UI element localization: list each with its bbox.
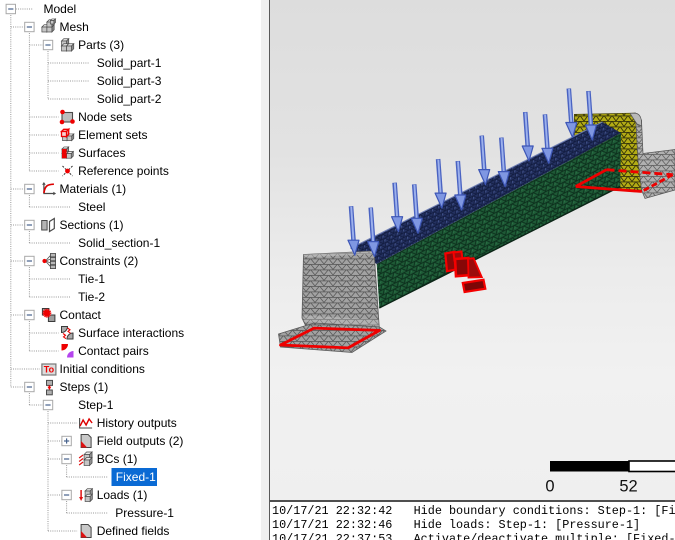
svg-text:Materials (1): Materials (1) <box>60 182 127 196</box>
svg-text:Sections (1): Sections (1) <box>60 218 124 232</box>
svg-text:Node sets: Node sets <box>78 110 132 124</box>
svg-text:Parts (3): Parts (3) <box>78 38 124 52</box>
svg-text:Solid_section-1: Solid_section-1 <box>78 236 160 250</box>
svg-text:Defined fields: Defined fields <box>97 524 170 538</box>
svg-text:Fixed-1: Fixed-1 <box>116 470 156 484</box>
svg-text:Steel: Steel <box>78 200 105 214</box>
svg-text:Contact pairs: Contact pairs <box>78 344 149 358</box>
svg-text:Loads (1): Loads (1) <box>97 488 148 502</box>
svg-text:BCs (1): BCs (1) <box>97 452 138 466</box>
svg-text:History outputs: History outputs <box>97 416 177 430</box>
svg-text:Reference points: Reference points <box>78 164 169 178</box>
svg-text:Initial conditions: Initial conditions <box>60 362 145 376</box>
svg-text:Tie-1: Tie-1 <box>78 272 105 286</box>
svg-text:Element sets: Element sets <box>78 128 147 142</box>
svg-text:Tie-2: Tie-2 <box>78 290 105 304</box>
svg-text:Surfaces: Surfaces <box>78 146 125 160</box>
svg-text:0: 0 <box>545 478 554 496</box>
svg-text:Solid_part-3: Solid_part-3 <box>97 74 162 88</box>
svg-text:Pressure-1: Pressure-1 <box>115 506 174 520</box>
svg-text:Field outputs (2): Field outputs (2) <box>97 434 184 448</box>
svg-text:Steps (1): Steps (1) <box>60 380 109 394</box>
svg-text:Constraints (2): Constraints (2) <box>60 254 139 268</box>
svg-text:Mesh: Mesh <box>60 20 89 34</box>
svg-text:Model: Model <box>44 2 77 16</box>
svg-text:52: 52 <box>619 478 637 496</box>
svg-text:To: To <box>44 365 55 375</box>
svg-text:Surface interactions: Surface interactions <box>78 326 184 340</box>
svg-text:Contact: Contact <box>60 308 102 322</box>
svg-text:Solid_part-1: Solid_part-1 <box>97 56 162 70</box>
svg-text:Solid_part-2: Solid_part-2 <box>97 92 162 106</box>
svg-text:Step-1: Step-1 <box>78 398 114 412</box>
